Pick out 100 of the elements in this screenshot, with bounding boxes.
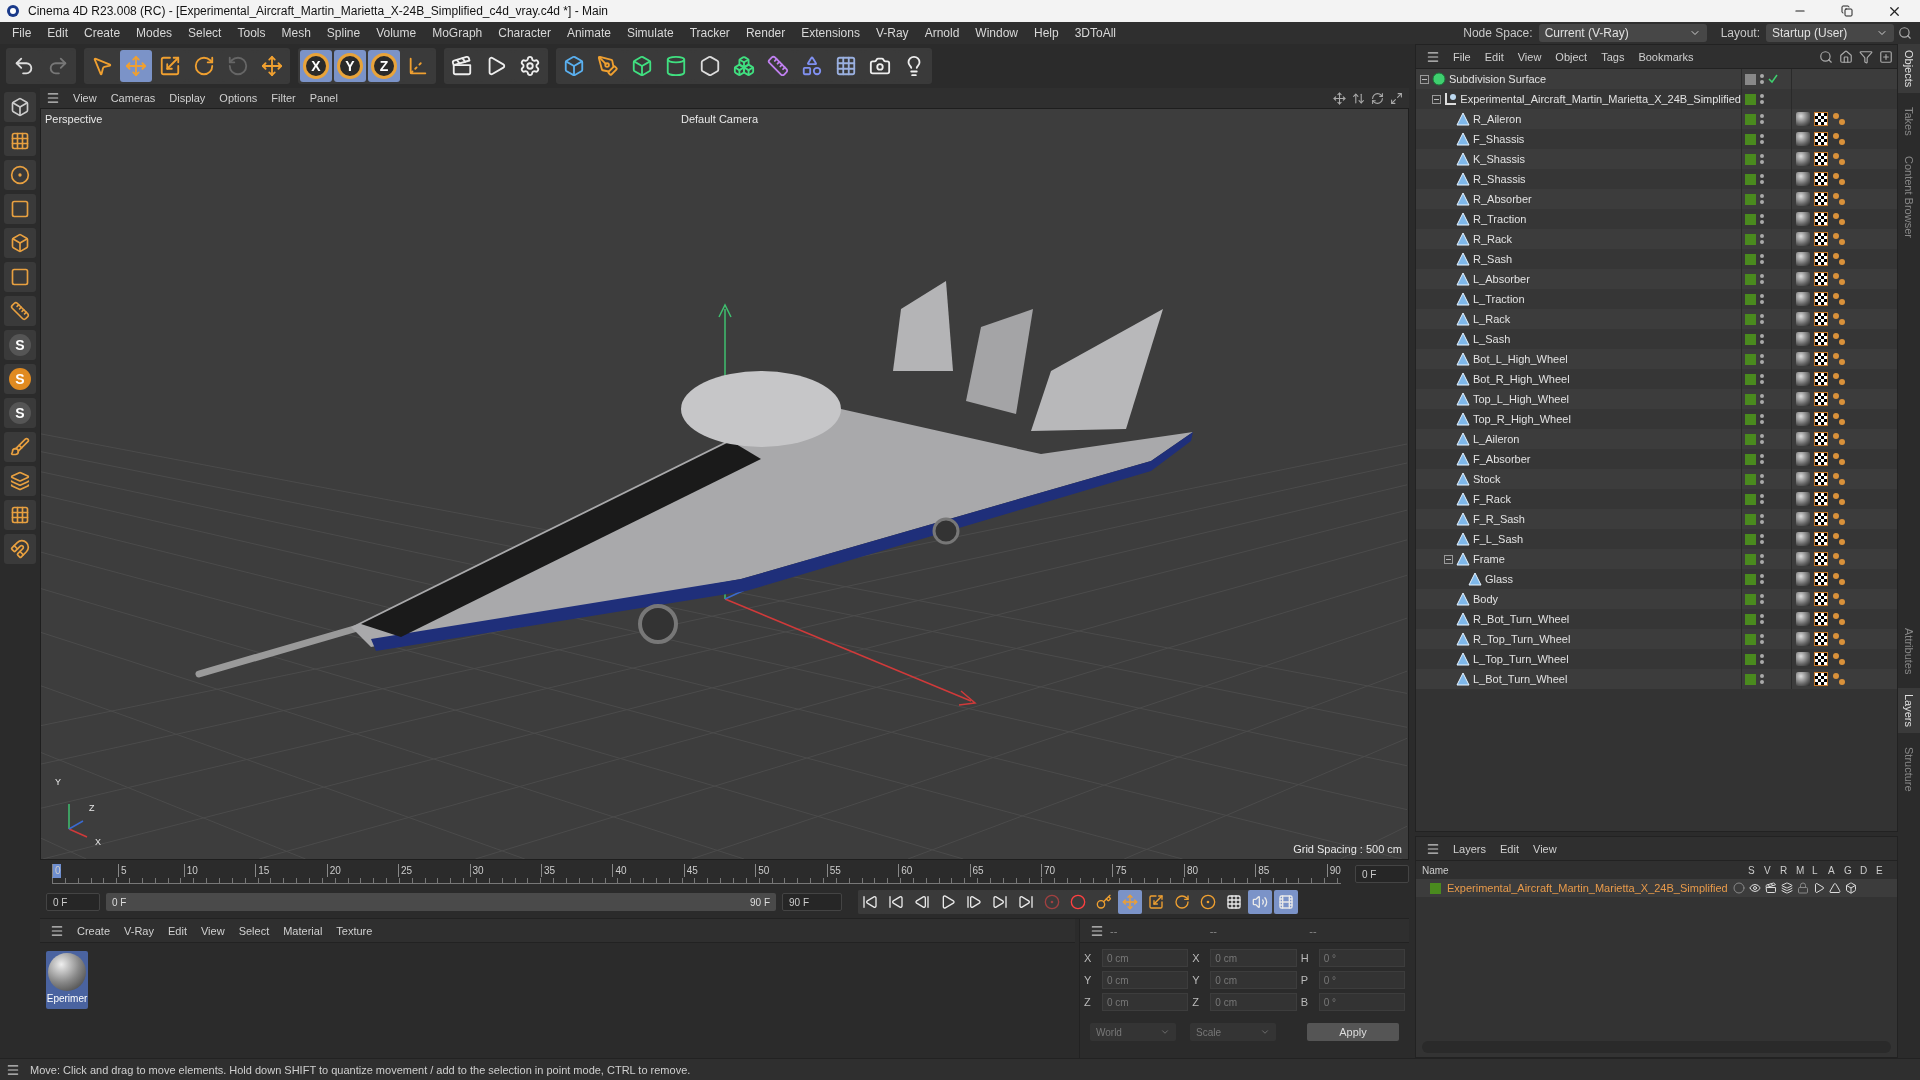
- texture-tag-icon[interactable]: [1814, 252, 1828, 266]
- tag-dots-icon[interactable]: [1832, 292, 1846, 306]
- tag-dots-icon[interactable]: [1832, 392, 1846, 406]
- visibility-dots-icon[interactable]: [1760, 314, 1764, 324]
- tag-dots-icon[interactable]: [1832, 332, 1846, 346]
- menu-item[interactable]: Render: [737, 26, 794, 40]
- menu-item[interactable]: Tools: [229, 26, 274, 40]
- object-menu-item[interactable]: Bookmarks: [1631, 50, 1701, 63]
- object-row[interactable]: Top_L_High_Wheel: [1416, 389, 1897, 409]
- material-swatch[interactable]: Eperimer: [46, 951, 88, 1009]
- texture-tag-icon[interactable]: [1814, 652, 1828, 666]
- side-tab[interactable]: Layers: [1898, 688, 1920, 734]
- material-menu-item[interactable]: Material: [276, 924, 330, 937]
- material-tag-icon[interactable]: [1796, 172, 1810, 186]
- tag-dots-icon[interactable]: [1832, 252, 1846, 266]
- tag-dots-icon[interactable]: [1832, 652, 1846, 666]
- visibility-dots-icon[interactable]: [1760, 494, 1764, 504]
- layer-menu-item[interactable]: View: [1526, 842, 1564, 855]
- object-row[interactable]: R_Aileron: [1416, 109, 1897, 129]
- visibility-dots-icon[interactable]: [1760, 154, 1764, 164]
- texture-tag-icon[interactable]: [1814, 532, 1828, 546]
- texture-tag-icon[interactable]: [1814, 452, 1828, 466]
- material-tag-icon[interactable]: [1796, 372, 1810, 386]
- collapse-icon[interactable]: [1444, 554, 1453, 564]
- magnet-mode-button[interactable]: [4, 534, 36, 564]
- texture-tag-icon[interactable]: [1814, 432, 1828, 446]
- texture-tag-icon[interactable]: [1814, 472, 1828, 486]
- collapse-icon[interactable]: [1420, 74, 1429, 84]
- cube-mode-button[interactable]: [4, 92, 36, 122]
- visibility-dots-icon[interactable]: [1760, 574, 1764, 584]
- viewport-menu-item[interactable]: Filter: [264, 92, 303, 104]
- material-tag-icon[interactable]: [1796, 392, 1810, 406]
- tag-dots-icon[interactable]: [1832, 132, 1846, 146]
- menu-item[interactable]: Simulate: [618, 26, 682, 40]
- menu-item[interactable]: Select: [180, 26, 230, 40]
- visibility-dots-icon[interactable]: [1760, 174, 1764, 184]
- material-tag-icon[interactable]: [1796, 432, 1810, 446]
- object-menu-item[interactable]: Object: [1548, 50, 1595, 63]
- frame-range-slider[interactable]: 0 F 90 F: [106, 893, 776, 911]
- material-tag-icon[interactable]: [1796, 352, 1810, 366]
- tag-dots-icon[interactable]: [1832, 432, 1846, 446]
- object-row[interactable]: L_Bot_Turn_Wheel: [1416, 669, 1897, 689]
- menu-item[interactable]: Character: [490, 26, 559, 40]
- object-row[interactable]: L_Aileron: [1416, 429, 1897, 449]
- viewport-menu-item[interactable]: View: [66, 92, 104, 104]
- menu-item[interactable]: V-Ray: [867, 26, 917, 40]
- object-row[interactable]: Body: [1416, 589, 1897, 609]
- texture-tag-icon[interactable]: [1814, 152, 1828, 166]
- texture-tag-icon[interactable]: [1814, 412, 1828, 426]
- viewport-menu-item[interactable]: Options: [212, 92, 265, 104]
- texture-tag-icon[interactable]: [1814, 552, 1828, 566]
- tag-dots-icon[interactable]: [1832, 192, 1846, 206]
- start-frame-field[interactable]: 0 F: [46, 893, 100, 911]
- tag-dots-icon[interactable]: [1832, 112, 1846, 126]
- texture-tag-icon[interactable]: [1814, 372, 1828, 386]
- object-row[interactable]: R_Absorber: [1416, 189, 1897, 209]
- material-tag-icon[interactable]: [1796, 612, 1810, 626]
- texture-tag-icon[interactable]: [1814, 632, 1828, 646]
- visibility-dots-icon[interactable]: [1760, 374, 1764, 384]
- plane-mode-button[interactable]: [4, 466, 36, 496]
- material-tag-icon[interactable]: [1796, 452, 1810, 466]
- layer-menu-item[interactable]: Layers: [1446, 842, 1494, 855]
- side-tab[interactable]: Content Browser: [1898, 150, 1920, 244]
- menu-item[interactable]: Volume: [368, 26, 425, 40]
- tag-dots-icon[interactable]: [1832, 352, 1846, 366]
- visibility-dots-icon[interactable]: [1760, 554, 1764, 564]
- material-tag-icon[interactable]: [1796, 672, 1810, 686]
- texture-tag-icon[interactable]: [1814, 332, 1828, 346]
- side-tab[interactable]: Structure: [1898, 741, 1920, 798]
- visibility-dots-icon[interactable]: [1760, 614, 1764, 624]
- axis-mode-button[interactable]: [4, 296, 36, 326]
- viewport-menu-item[interactable]: Display: [162, 92, 213, 104]
- tag-dots-icon[interactable]: [1832, 452, 1846, 466]
- material-menu-item[interactable]: Texture: [329, 924, 380, 937]
- material-menu-item[interactable]: Create: [70, 924, 118, 937]
- axis-lock-button[interactable]: X: [300, 50, 332, 82]
- material-tag-icon[interactable]: [1796, 412, 1810, 426]
- menu-item[interactable]: Create: [76, 26, 129, 40]
- checkmark-icon[interactable]: [1768, 74, 1778, 84]
- visibility-dots-icon[interactable]: [1760, 394, 1764, 404]
- menu-item[interactable]: Mesh: [273, 26, 319, 40]
- side-tab[interactable]: Attributes: [1898, 621, 1920, 681]
- material-tag-icon[interactable]: [1796, 272, 1810, 286]
- menu-item[interactable]: Extensions: [793, 26, 868, 40]
- texture-tag-icon[interactable]: [1814, 292, 1828, 306]
- side-tab[interactable]: Takes: [1898, 101, 1920, 143]
- object-row[interactable]: R_Rack: [1416, 229, 1897, 249]
- visibility-dots-icon[interactable]: [1760, 434, 1764, 444]
- visibility-dots-icon[interactable]: [1760, 114, 1764, 124]
- tag-dots-icon[interactable]: [1832, 232, 1846, 246]
- menu-item[interactable]: Spline: [318, 26, 369, 40]
- object-menu-item[interactable]: View: [1510, 50, 1549, 63]
- material-tag-icon[interactable]: [1796, 252, 1810, 266]
- tag-dots-icon[interactable]: [1832, 532, 1846, 546]
- visibility-dots-icon[interactable]: [1760, 234, 1764, 244]
- visibility-dots-icon[interactable]: [1760, 94, 1764, 104]
- tag-dots-icon[interactable]: [1832, 412, 1846, 426]
- texture-tag-icon[interactable]: [1814, 612, 1828, 626]
- square-mode-button[interactable]: [4, 262, 36, 292]
- visibility-dots-icon[interactable]: [1760, 274, 1764, 284]
